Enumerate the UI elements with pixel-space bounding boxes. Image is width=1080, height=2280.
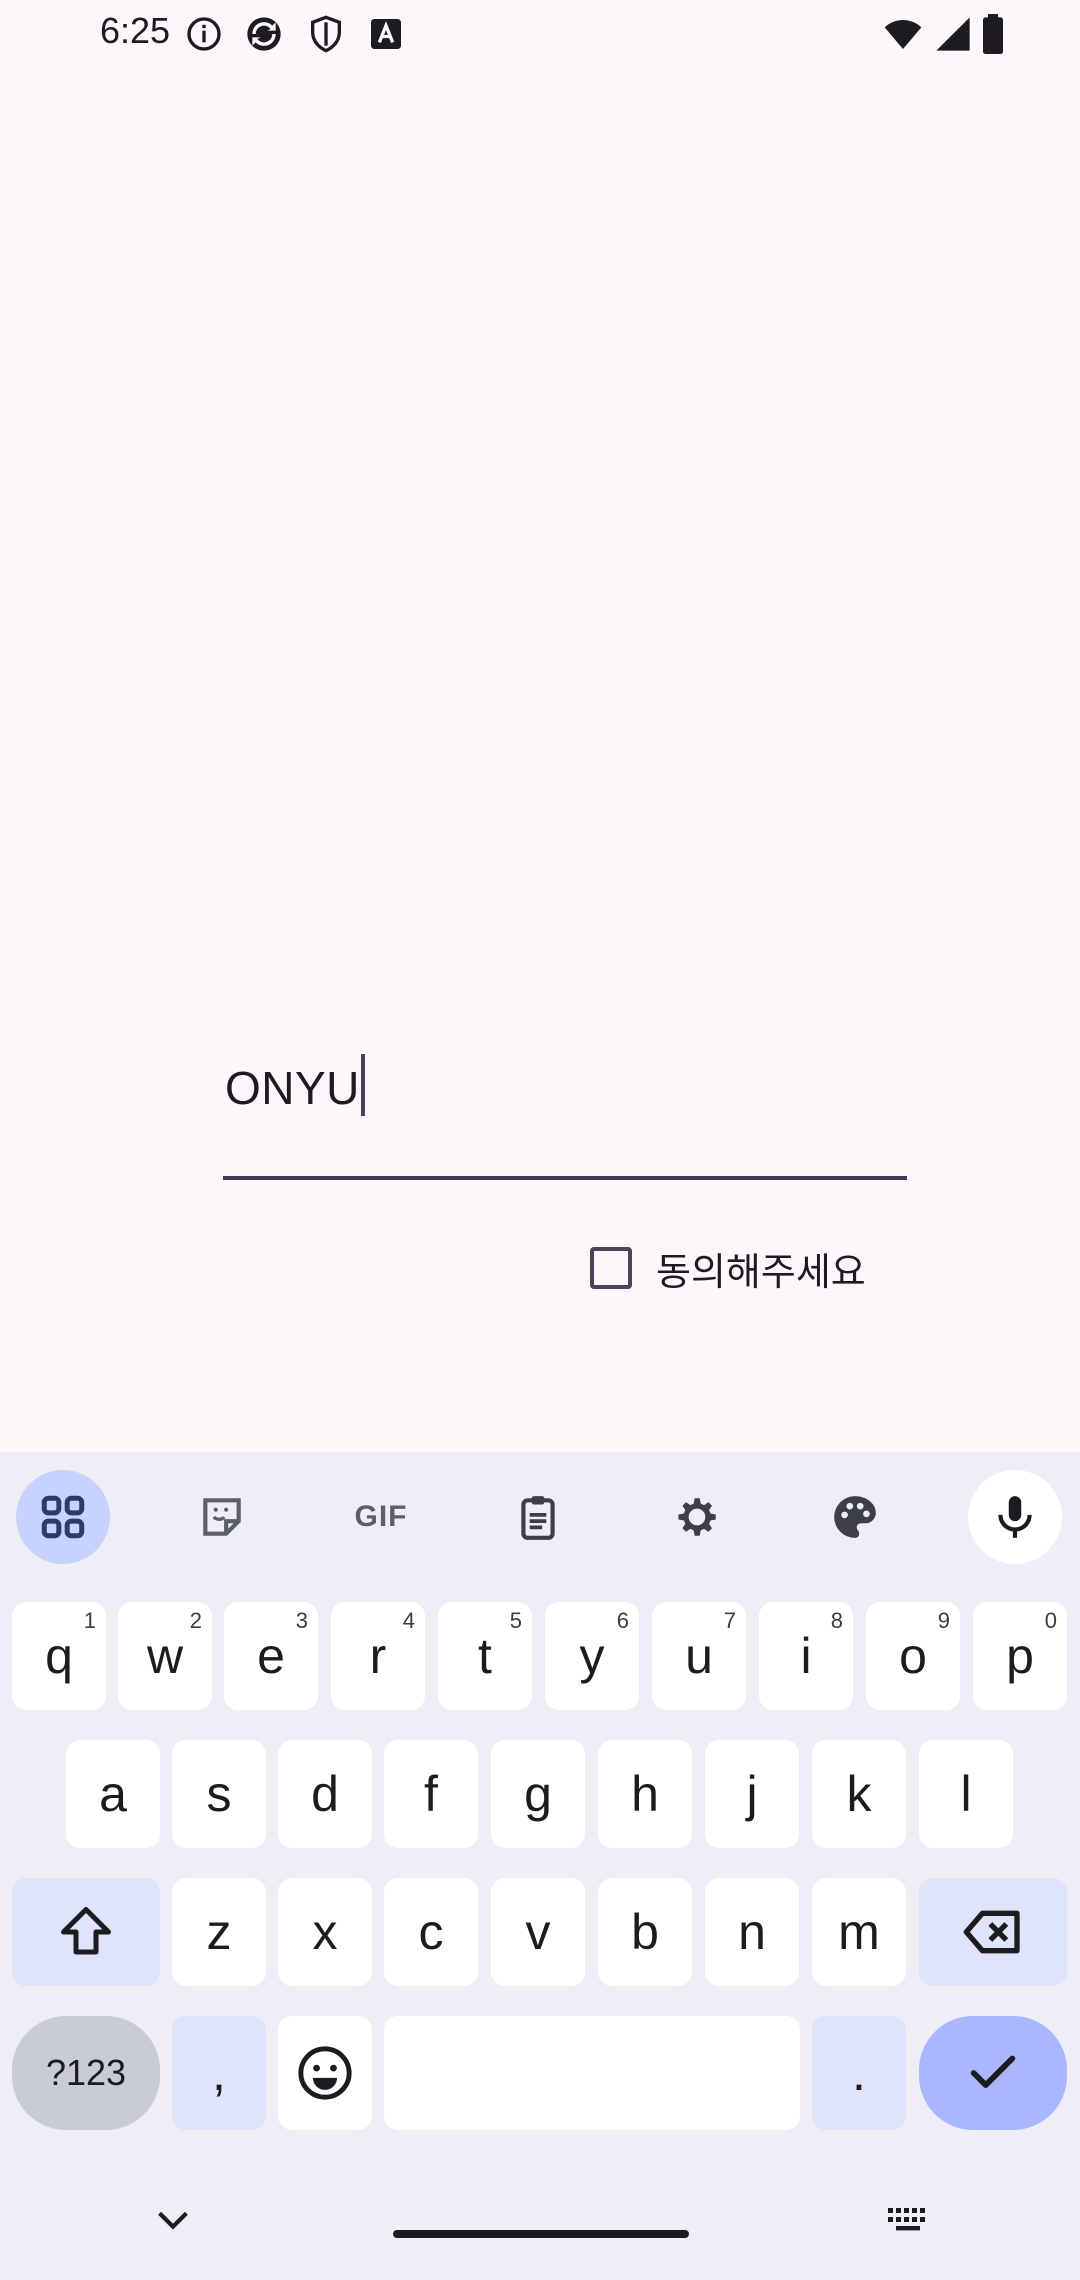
key-v[interactable]: v <box>491 1878 585 1986</box>
key-hint: 0 <box>1044 1608 1057 1633</box>
key-label: u <box>685 1628 713 1684</box>
key-y[interactable]: y6 <box>545 1602 639 1710</box>
key-hint: 1 <box>83 1608 96 1633</box>
key-h[interactable]: h <box>598 1740 692 1848</box>
name-text-field[interactable]: ONYU <box>223 1030 907 1182</box>
key-z[interactable]: z <box>172 1878 266 1986</box>
emoji-key[interactable] <box>278 2016 372 2130</box>
text-field-value: ONYU <box>225 1062 360 1114</box>
key-s[interactable]: s <box>172 1740 266 1848</box>
backspace-key[interactable] <box>919 1878 1067 1986</box>
text-field-underline <box>223 1176 907 1180</box>
key-p[interactable]: p0 <box>973 1602 1067 1710</box>
agree-checkbox[interactable] <box>590 1247 632 1289</box>
key-l[interactable]: l <box>919 1740 1013 1848</box>
key-d[interactable]: d <box>278 1740 372 1848</box>
agree-checkbox-row[interactable]: 동의해주세요 <box>590 1238 866 1298</box>
hide-keyboard-chevron-icon[interactable] <box>150 2196 196 2242</box>
key-label: p <box>1006 1628 1034 1684</box>
shield-icon <box>311 15 341 53</box>
key-hint: 8 <box>830 1608 843 1633</box>
key-u[interactable]: u7 <box>652 1602 746 1710</box>
wifi-icon <box>884 20 922 49</box>
key-n[interactable]: n <box>705 1878 799 1986</box>
emoji-icon <box>298 2046 352 2100</box>
agree-checkbox-label: 동의해주세요 <box>656 1249 866 1294</box>
key-hint: 2 <box>189 1608 202 1633</box>
keyboard-toolbar: GIF <box>0 1452 1080 1582</box>
battery-icon <box>983 14 1003 54</box>
sticker-icon[interactable] <box>175 1470 269 1564</box>
text-field-value-wrap: ONYU <box>225 1054 365 1116</box>
key-r[interactable]: r4 <box>331 1602 425 1710</box>
comma-key[interactable]: , <box>172 2016 266 2130</box>
signal-icon <box>936 17 970 51</box>
soft-keyboard: GIF q1 w2 e3 r4 t5 y6 u7 i8 o9 p0 a s d … <box>0 1452 1080 2280</box>
symbols-key[interactable]: ?123 <box>12 2016 160 2130</box>
key-o[interactable]: o9 <box>866 1602 960 1710</box>
palette-icon[interactable] <box>808 1470 902 1564</box>
period-key[interactable]: . <box>812 2016 906 2130</box>
status-time: 6:25 <box>100 10 171 51</box>
apps-grid-icon[interactable] <box>16 1470 110 1564</box>
key-j[interactable]: j <box>705 1740 799 1848</box>
status-bar: 6:25 <box>0 0 1080 70</box>
key-t[interactable]: t5 <box>438 1602 532 1710</box>
shift-icon <box>61 1907 111 1955</box>
info-icon <box>187 17 221 51</box>
enter-key[interactable] <box>919 2016 1067 2130</box>
key-label: i <box>800 1628 812 1684</box>
shift-key[interactable] <box>12 1878 160 1986</box>
navigation-bar <box>0 2170 1080 2280</box>
home-handle[interactable] <box>393 2230 689 2238</box>
key-a[interactable]: a <box>66 1740 160 1848</box>
key-label: q <box>45 1628 73 1684</box>
key-f[interactable]: f <box>384 1740 478 1848</box>
key-g[interactable]: g <box>491 1740 585 1848</box>
key-hint: 5 <box>509 1608 522 1633</box>
sync-icon <box>247 17 281 51</box>
key-label: y <box>579 1628 605 1684</box>
gif-button[interactable]: GIF <box>334 1470 428 1564</box>
text-cursor <box>360 1054 365 1116</box>
backspace-icon <box>963 1910 1020 1954</box>
space-key[interactable] <box>384 2016 800 2130</box>
key-b[interactable]: b <box>598 1878 692 1986</box>
key-w[interactable]: w2 <box>118 1602 212 1710</box>
key-q[interactable]: q1 <box>12 1602 106 1710</box>
key-label: t <box>478 1628 492 1684</box>
key-c[interactable]: c <box>384 1878 478 1986</box>
key-label: w <box>146 1628 184 1684</box>
key-hint: 4 <box>402 1608 415 1633</box>
settings-icon[interactable] <box>650 1470 744 1564</box>
key-hint: 3 <box>295 1608 308 1633</box>
key-label: o <box>899 1628 927 1684</box>
key-hint: 6 <box>616 1608 629 1633</box>
checkmark-icon <box>970 2055 1016 2088</box>
key-k[interactable]: k <box>812 1740 906 1848</box>
keyboard-switch-icon[interactable] <box>884 2196 932 2244</box>
key-i[interactable]: i8 <box>759 1602 853 1710</box>
mic-icon[interactable] <box>968 1470 1062 1564</box>
key-label: r <box>369 1628 387 1684</box>
clipboard-icon[interactable] <box>491 1470 585 1564</box>
key-label: e <box>257 1628 285 1684</box>
key-hint: 7 <box>723 1608 736 1633</box>
key-hint: 9 <box>937 1608 950 1633</box>
key-e[interactable]: e3 <box>224 1602 318 1710</box>
font-a-icon <box>371 19 401 49</box>
key-x[interactable]: x <box>278 1878 372 1986</box>
gif-label: GIF <box>354 1500 408 1533</box>
key-m[interactable]: m <box>812 1878 906 1986</box>
